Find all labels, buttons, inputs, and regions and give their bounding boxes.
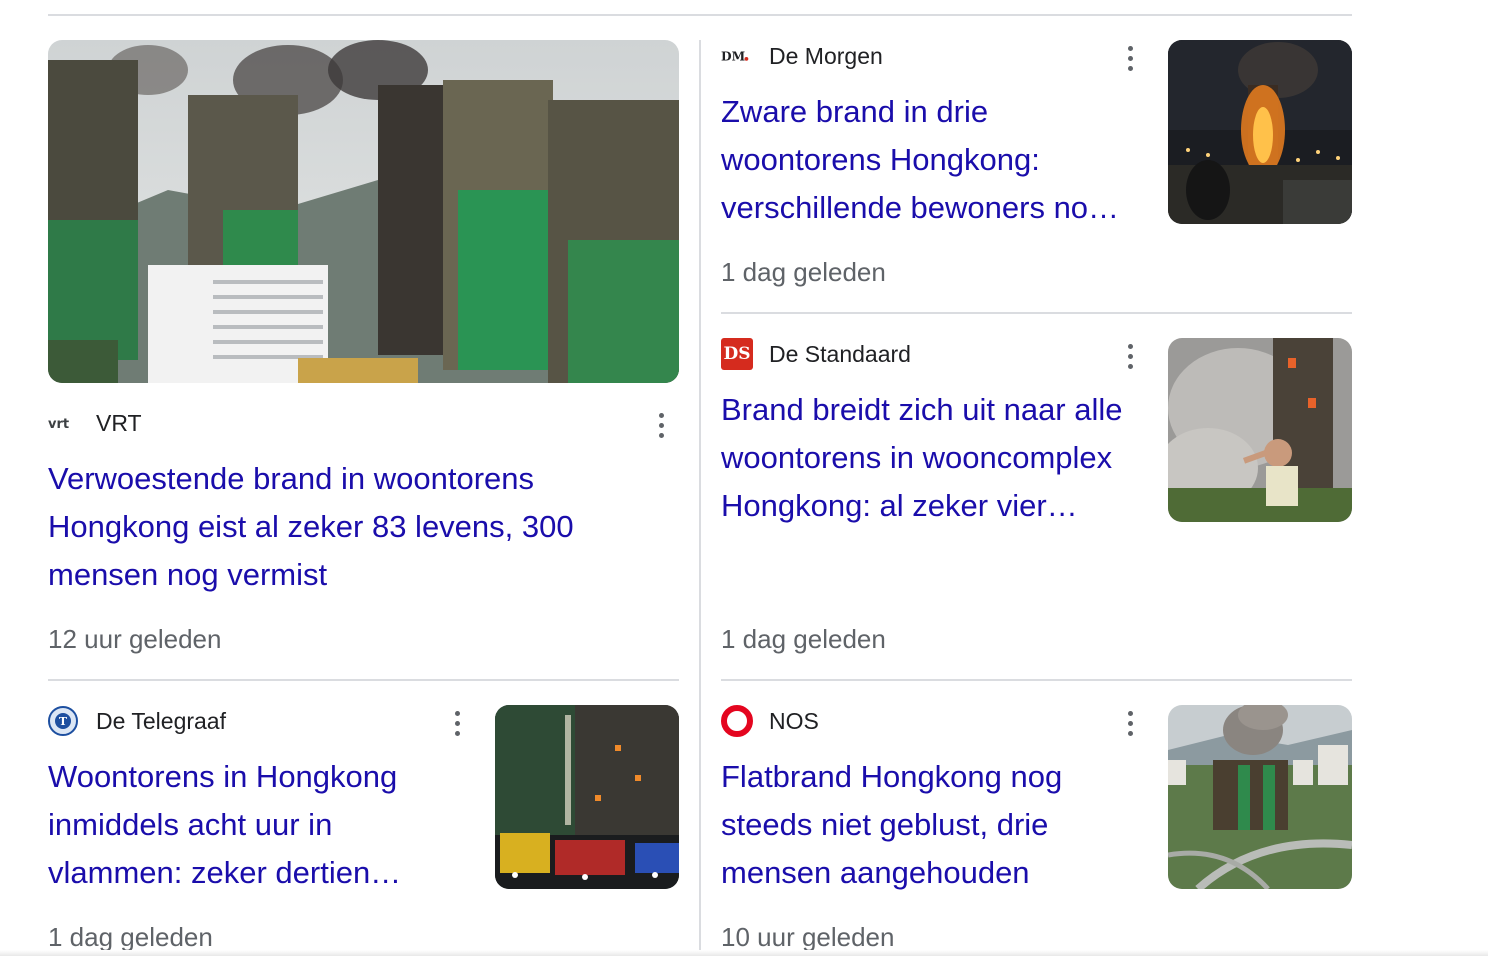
article-timestamp: 1 dag geleden (721, 257, 886, 287)
title-line: woontorens in wooncomplex (721, 440, 1113, 475)
title-line: mensen aangehouden (721, 855, 1030, 890)
article-title-link[interactable]: Woontorens in Hongkong inmiddels acht uu… (48, 753, 478, 897)
more-options-icon[interactable] (445, 705, 469, 741)
source-name: De Morgen (769, 42, 883, 69)
article-source: vrt VRT (48, 408, 142, 438)
nos-logo-icon (721, 705, 753, 737)
article-image[interactable] (1168, 40, 1352, 224)
article-title-link[interactable]: Zware brand in drie woontorens Hongkong:… (721, 88, 1151, 232)
article-title-link[interactable]: Brand breidt zich uit naar alle woontore… (721, 386, 1151, 530)
vrt-logo-icon: vrt (48, 407, 80, 439)
title-line: Brand breidt zich uit naar alle (721, 392, 1123, 427)
article-timestamp: 10 uur geleden (721, 922, 895, 952)
column-divider (699, 40, 701, 956)
title-line: woontorens Hongkong: (721, 142, 1040, 177)
title-line: inmiddels acht uur in (48, 807, 333, 842)
source-name: NOS (769, 707, 819, 734)
title-line: Hongkong: al zeker vier… (721, 488, 1078, 523)
article-source: NOS (721, 705, 819, 737)
article-image[interactable] (495, 705, 679, 889)
article-source: T De Telegraaf (48, 706, 226, 736)
row-divider (721, 679, 1352, 681)
article-image[interactable] (1168, 338, 1352, 522)
title-line: mensen nog vermist (48, 557, 328, 592)
title-line: verschillende bewoners no… (721, 190, 1120, 225)
source-name: VRT (96, 409, 142, 436)
more-options-icon[interactable] (1118, 705, 1142, 741)
more-options-icon[interactable] (1118, 40, 1142, 76)
article-title-link[interactable]: Flatbrand Hongkong nog steeds niet geblu… (721, 753, 1151, 897)
svg-text:DM: DM (721, 50, 745, 63)
title-line: Hongkong eist al zeker 83 levens, 300 (48, 509, 574, 544)
row-divider (48, 679, 679, 681)
title-line: Verwoestende brand in woontorens (48, 461, 534, 496)
title-line: Zware brand in drie (721, 94, 989, 129)
title-line: steeds niet geblust, drie (721, 807, 1049, 842)
top-divider (48, 14, 1352, 16)
article-timestamp: 1 dag geleden (48, 922, 213, 952)
article-image[interactable] (48, 40, 679, 383)
article-title-link[interactable]: Verwoestende brand in woontorens Hongkon… (48, 455, 668, 599)
article-timestamp: 12 uur geleden (48, 624, 222, 654)
telegraaf-logo-icon: T (48, 705, 80, 737)
article-image[interactable] (1168, 705, 1352, 889)
source-name: De Telegraaf (96, 707, 226, 734)
title-line: Woontorens in Hongkong (48, 759, 398, 794)
row-divider (721, 312, 1352, 314)
article-source: DS De Standaard (721, 338, 911, 370)
title-line: vlammen: zeker dertien… (48, 855, 402, 890)
title-line: Flatbrand Hongkong nog (721, 759, 1063, 794)
scroll-edge (0, 950, 1488, 956)
article-timestamp: 1 dag geleden (721, 624, 886, 654)
svg-text:T: T (59, 715, 68, 728)
article-source: DM De Morgen (721, 41, 883, 71)
ds-logo-icon: DS (721, 338, 753, 370)
source-name: De Standaard (769, 340, 911, 367)
more-options-icon[interactable] (1118, 338, 1142, 374)
svg-text:vrt: vrt (48, 417, 69, 430)
dm-logo-icon: DM (721, 40, 753, 72)
more-options-icon[interactable] (649, 407, 673, 443)
